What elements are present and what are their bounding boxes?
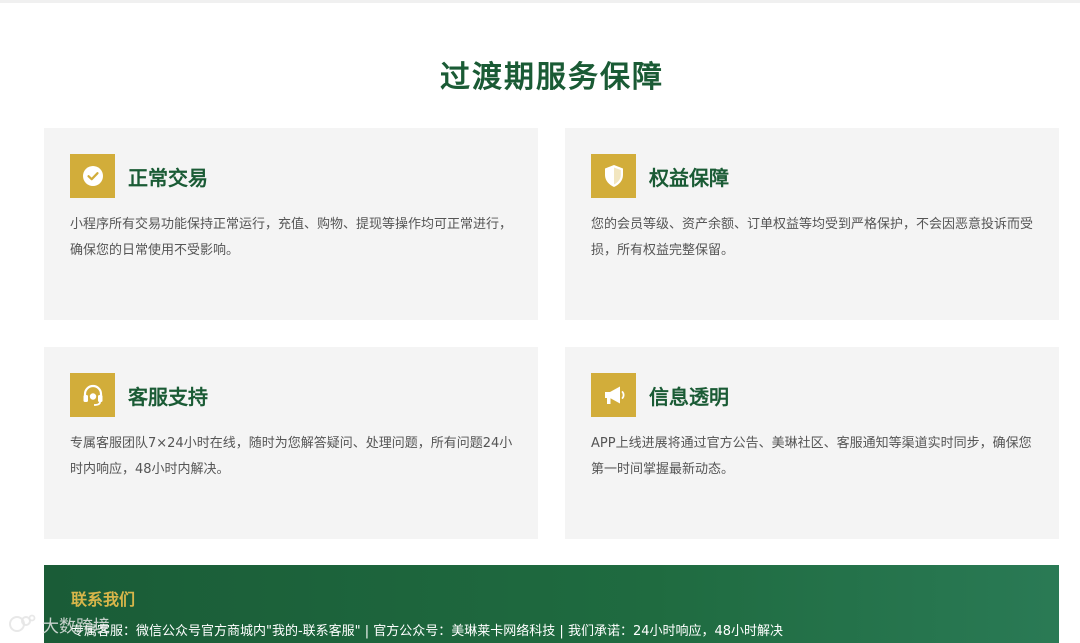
watermark-text: 大数跨境 (42, 616, 110, 637)
card-information-transparency: 信息透明 APP上线进展将通过官方公告、美琳社区、客服通知等渠道实时同步，确保您… (565, 347, 1059, 539)
card-icon-box (591, 373, 636, 417)
card-customer-support: 客服支持 专属客服团队7×24小时在线，随时为您解答疑问、处理问题，所有问题24… (44, 347, 538, 539)
card-icon-box (70, 154, 115, 198)
contact-title: 联系我们 (71, 590, 136, 609)
contact-banner: 联系我们 专属客服：微信公众号官方商城内"我的-联系客服" | 官方公众号：美琳… (44, 565, 1059, 643)
headset-icon (83, 384, 102, 406)
contact-details: 专属客服：微信公众号官方商城内"我的-联系客服" | 官方公众号：美琳莱卡网络科… (71, 624, 784, 639)
card-description: 专属客服团队7×24小时在线，随时为您解答疑问、处理问题，所有问题24小时内响应… (70, 436, 513, 477)
card-description: APP上线进展将通过官方公告、美琳社区、客服通知等渠道实时同步，确保您第一时间掌… (591, 436, 1032, 477)
check-circle-icon (82, 166, 103, 186)
card-normal-trading: 正常交易 小程序所有交易功能保持正常运行，充值、购物、提现等操作均可正常进行，确… (44, 128, 538, 320)
card-title: 权益保障 (649, 166, 729, 190)
card-icon-box (591, 154, 636, 198)
card-title: 信息透明 (649, 385, 729, 409)
top-divider (0, 0, 1080, 3)
watermark: 大数跨境 (8, 611, 110, 637)
watermark-logo-icon (9, 614, 36, 632)
card-description: 您的会员等级、资产余额、订单权益等均受到严格保护，不会因恶意投诉而受损，所有权益… (591, 217, 1034, 258)
card-title: 正常交易 (128, 166, 208, 190)
page-title: 过渡期服务保障 (440, 60, 664, 95)
shield-icon (604, 165, 623, 187)
card-rights-protection: 权益保障 您的会员等级、资产余额、订单权益等均受到严格保护，不会因恶意投诉而受损… (565, 128, 1059, 320)
megaphone-icon (604, 386, 625, 404)
card-title: 客服支持 (128, 385, 208, 409)
card-description: 小程序所有交易功能保持正常运行，充值、购物、提现等操作均可正常进行，确保您的日常… (70, 217, 513, 258)
card-icon-box (70, 373, 115, 417)
